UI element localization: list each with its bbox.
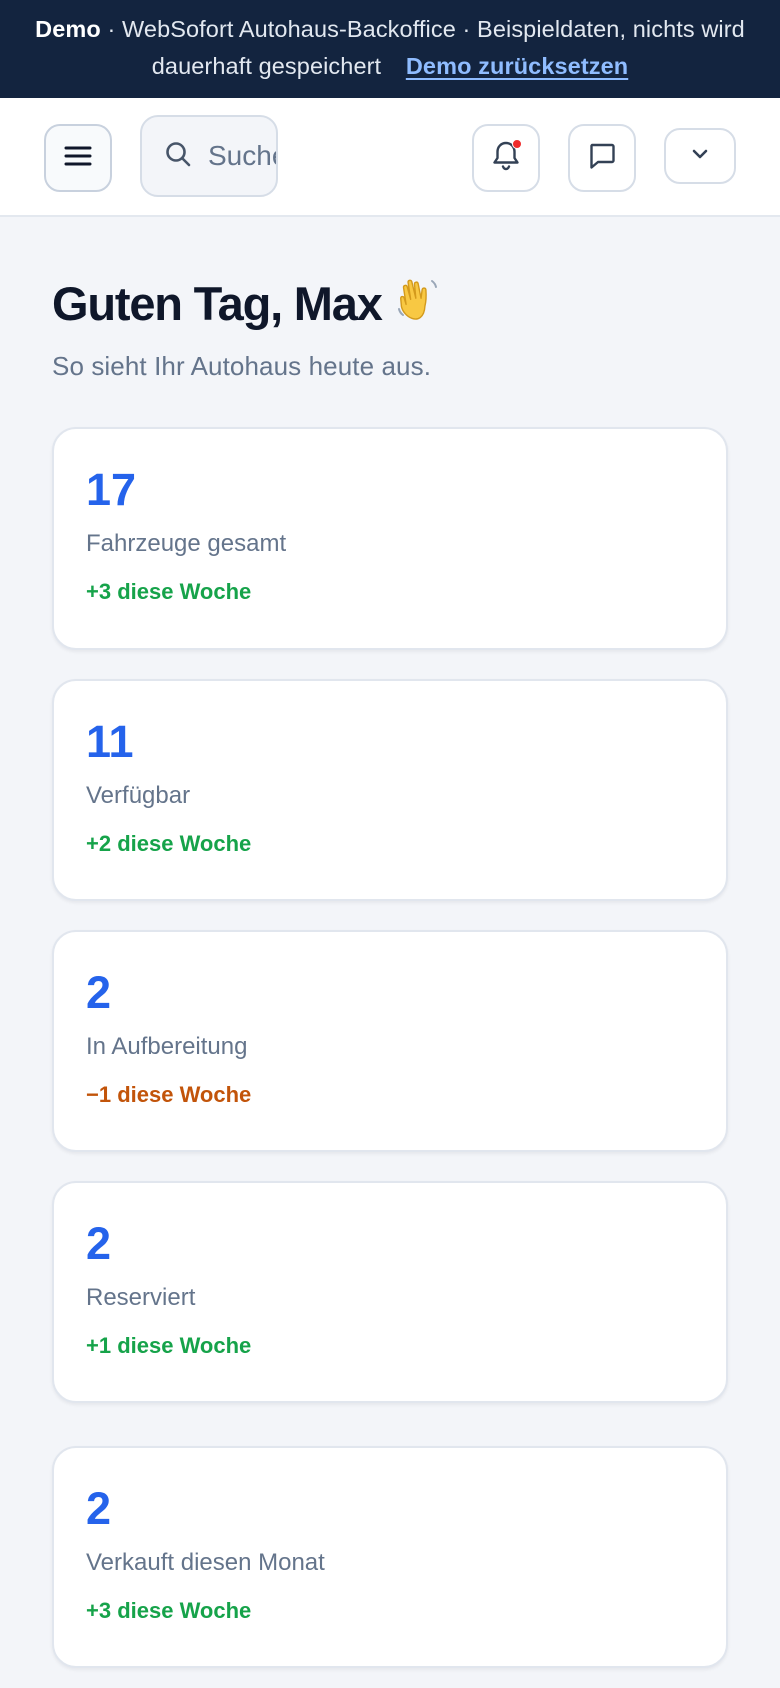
stat-label: Reserviert [86,1284,196,1311]
search-field[interactable] [140,115,278,197]
dashboard-main: Guten Tag, Max So sieht Ihr Autohaus heu… [0,275,780,1668]
stat-delta: +3 diese Woche [86,1598,252,1623]
demo-banner: Demo · WebSofort Autohaus-Backoffice · B… [0,0,780,98]
messages-button[interactable] [568,124,636,192]
demo-label: Demo [35,16,101,42]
stat-delta: +1 diese Woche [86,1333,252,1358]
stat-label: Fahrzeuge gesamt [86,530,287,557]
stat-value: 2 [86,967,112,1018]
stat-label: Verfügbar [86,782,191,809]
stat-card-available[interactable]: 11 Verfügbar +2 diese Woche [52,679,728,901]
waving-hand-icon [392,273,442,334]
menu-button[interactable] [44,124,112,192]
stat-card-sold-this-month[interactable]: 2 Verkauft diesen Monat +3 diese Woche [52,1446,728,1668]
stat-delta: +2 diese Woche [86,831,252,856]
chevron-down-icon [690,147,710,166]
page-subtitle: So sieht Ihr Autohaus heute aus. [52,351,432,381]
stat-card-in-preparation[interactable]: 2 In Aufbereitung −1 diese Woche [52,930,728,1152]
user-menu-button[interactable] [664,128,736,184]
hamburger-icon [64,145,92,172]
stat-value: 17 [86,464,137,515]
notifications-button[interactable] [472,124,540,192]
page-title: Guten Tag, Max [52,275,728,331]
search-icon [164,140,192,173]
stat-value: 2 [86,1218,112,1269]
stat-value: 2 [86,1483,112,1534]
top-bar [0,98,780,217]
greeting-text: Guten Tag, Max [52,276,383,330]
demo-reset-link[interactable]: Demo zurücksetzen [406,53,628,79]
stat-delta: −1 diese Woche [86,1082,252,1107]
stat-label: In Aufbereitung [86,1033,248,1060]
stats-cards: 17 Fahrzeuge gesamt +3 diese Woche 11 Ve… [52,427,728,1668]
stat-card-total-vehicles[interactable]: 17 Fahrzeuge gesamt +3 diese Woche [52,427,728,650]
stat-value: 11 [86,716,134,767]
chat-icon [587,141,617,176]
notification-dot [512,139,522,149]
stat-delta: +3 diese Woche [86,579,252,604]
search-input[interactable] [208,140,276,172]
stat-card-reserved[interactable]: 2 Reserviert +1 diese Woche [52,1181,728,1403]
stat-label: Verkauft diesen Monat [86,1549,325,1576]
